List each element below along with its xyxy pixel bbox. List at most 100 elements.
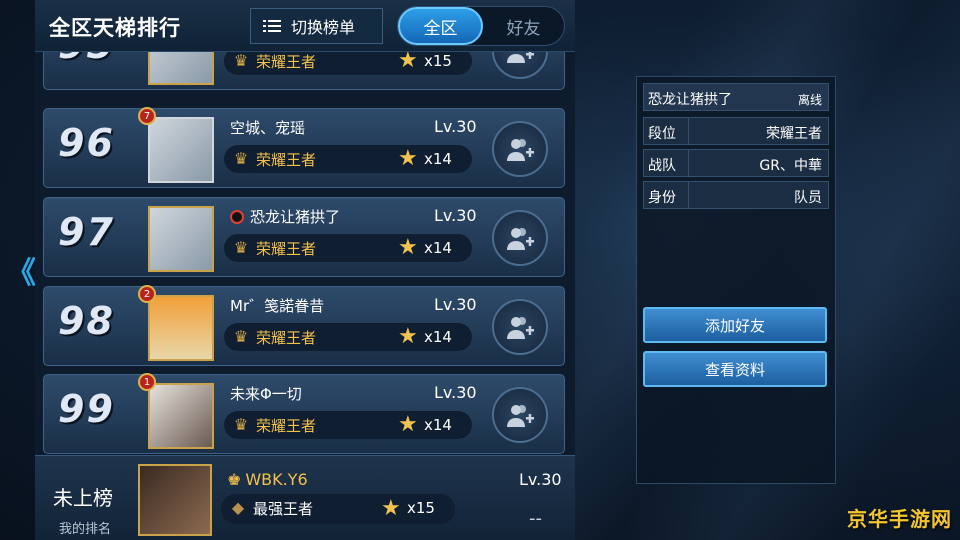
add-friend-button[interactable] (492, 299, 548, 355)
avatar (148, 206, 214, 272)
star-icon: ★ (398, 235, 418, 260)
detail-row-role: 身份 队员 (643, 181, 829, 209)
header-bar: 全区天梯排行 切换榜单 全区 好友 (35, 0, 575, 52)
detail-player-name: 恐龙让猪拱了 (648, 92, 732, 108)
table-row[interactable]: 95 ♛ 荣耀王者 ★ x15 (43, 52, 565, 90)
tab-all-server[interactable]: 全区 (398, 7, 483, 45)
player-level: Lv.30 (434, 383, 477, 402)
avatar (148, 295, 214, 361)
add-friend-icon (507, 317, 534, 339)
player-level: Lv.30 (434, 295, 477, 314)
my-avatar (138, 464, 212, 536)
tier-emblem-icon: ♛ (233, 415, 249, 434)
table-row[interactable]: 97 恐龙让猪拱了 Lv.30 ♛ 荣耀王者 ★ x14 (43, 197, 565, 277)
player-level: Lv.30 (434, 117, 477, 136)
my-rank-value: -- (529, 508, 542, 529)
star-count: x14 (424, 150, 452, 168)
rank-number: 96 (58, 121, 115, 165)
my-level: Lv.30 (519, 470, 562, 489)
tier-label: 荣耀王者 (256, 329, 317, 347)
tier-box: ♛ 荣耀王者 ★ x14 (224, 234, 472, 262)
detail-row-team: 战队 GR、中華 (643, 149, 829, 177)
avatar (148, 117, 214, 183)
rank-number: 97 (58, 210, 115, 254)
divider (688, 182, 689, 208)
tier-emblem-icon: ♛ (233, 238, 249, 257)
rank-badge: 7 (138, 107, 156, 125)
star-icon: ★ (398, 52, 418, 73)
star-count: x14 (424, 328, 452, 346)
star-icon: ★ (398, 412, 418, 437)
list-icon (263, 20, 281, 32)
switch-list-label: 切换榜单 (291, 18, 356, 37)
player-name: Mr゛笺諾眷昔 (230, 297, 325, 315)
watermark: 京华手游网 (847, 507, 952, 531)
tier-box: ♛ 荣耀王者 ★ x15 (224, 52, 472, 75)
my-rank-bar: 未上榜 我的排名 ♚ WBK.Y6 Lv.30 ◆ 最强王者 ★ x15 -- (35, 455, 575, 540)
add-friend-button[interactable] (492, 387, 548, 443)
player-name-text: 恐龙让猪拱了 (250, 208, 341, 226)
add-friend-icon (507, 52, 534, 63)
tier-label: 荣耀王者 (256, 151, 317, 169)
my-tier-label: 最强王者 (253, 500, 314, 518)
detail-online-status: 离线 (797, 93, 822, 107)
qq-penguin-icon (230, 210, 244, 224)
my-rank-status: 未上榜 (53, 486, 113, 510)
rank-number: 98 (58, 299, 115, 343)
add-friend-button[interactable] (492, 121, 548, 177)
view-profile-button[interactable]: 查看资料 (643, 351, 827, 387)
add-friend-button[interactable] (492, 210, 548, 266)
rank-badge: 1 (138, 373, 156, 391)
divider (688, 118, 689, 144)
ranking-list[interactable]: 95 ♛ 荣耀王者 ★ x15 96 7 空城、宠瑶 Lv.30 ♛ 荣耀王者 … (35, 52, 575, 455)
my-star-count: x15 (407, 499, 435, 517)
rank-number: 95 (58, 52, 115, 67)
collapse-arrow-icon[interactable]: 《 (6, 248, 36, 292)
switch-list-button[interactable]: 切换榜单 (250, 8, 383, 44)
add-friend-icon (507, 405, 534, 427)
my-rank-caption: 我的排名 (59, 522, 112, 537)
player-name: 未来Φ一切 (230, 385, 302, 403)
rank-badge: 2 (138, 285, 156, 303)
star-count: x14 (424, 416, 452, 434)
table-row[interactable]: 98 2 Mr゛笺諾眷昔 Lv.30 ♛ 荣耀王者 ★ x14 (43, 285, 565, 366)
divider (688, 150, 689, 176)
player-name: 空城、宠瑶 (230, 119, 306, 137)
tier-emblem-icon: ◆ (231, 498, 245, 517)
rank-number: 99 (58, 387, 115, 431)
detail-value: 队员 (794, 190, 822, 206)
star-icon: ★ (398, 146, 418, 171)
scope-tabs: 全区 好友 (397, 6, 565, 46)
my-name-text: WBK.Y6 (245, 470, 308, 489)
add-friend-icon (507, 139, 534, 161)
table-row[interactable]: 99 1 未来Φ一切 Lv.30 ♛ 荣耀王者 ★ x14 (43, 373, 565, 454)
crown-icon: ♚ (227, 470, 242, 489)
tab-friends[interactable]: 好友 (483, 7, 564, 45)
add-friend-icon (507, 228, 534, 250)
detail-label: 段位 (648, 126, 676, 142)
tier-label: 荣耀王者 (256, 240, 317, 258)
star-count: x15 (424, 52, 452, 70)
my-tier-box: ◆ 最强王者 ★ x15 (221, 494, 455, 524)
star-icon: ★ (398, 324, 418, 349)
add-friend-button[interactable] (492, 52, 548, 79)
avatar (148, 52, 214, 85)
tier-emblem-icon: ♛ (233, 52, 249, 70)
star-count: x14 (424, 239, 452, 257)
tier-box: ♛ 荣耀王者 ★ x14 (224, 411, 472, 439)
avatar (148, 383, 214, 449)
player-name: 恐龙让猪拱了 (230, 206, 340, 227)
detail-value: GR、中華 (759, 158, 822, 174)
table-row[interactable]: 96 7 空城、宠瑶 Lv.30 ♛ 荣耀王者 ★ x14 (43, 107, 565, 188)
detail-name-row: 恐龙让猪拱了 离线 (643, 83, 829, 111)
tier-box: ♛ 荣耀王者 ★ x14 (224, 323, 472, 351)
player-level: Lv.30 (434, 206, 477, 225)
page-title: 全区天梯排行 (49, 16, 181, 40)
tier-box: ♛ 荣耀王者 ★ x14 (224, 145, 472, 173)
add-friend-panel-button[interactable]: 添加好友 (643, 307, 827, 343)
detail-label: 战队 (648, 158, 676, 174)
detail-value: 荣耀王者 (766, 126, 822, 142)
star-icon: ★ (381, 496, 401, 521)
detail-label: 身份 (648, 190, 676, 206)
tier-label: 荣耀王者 (256, 53, 317, 71)
